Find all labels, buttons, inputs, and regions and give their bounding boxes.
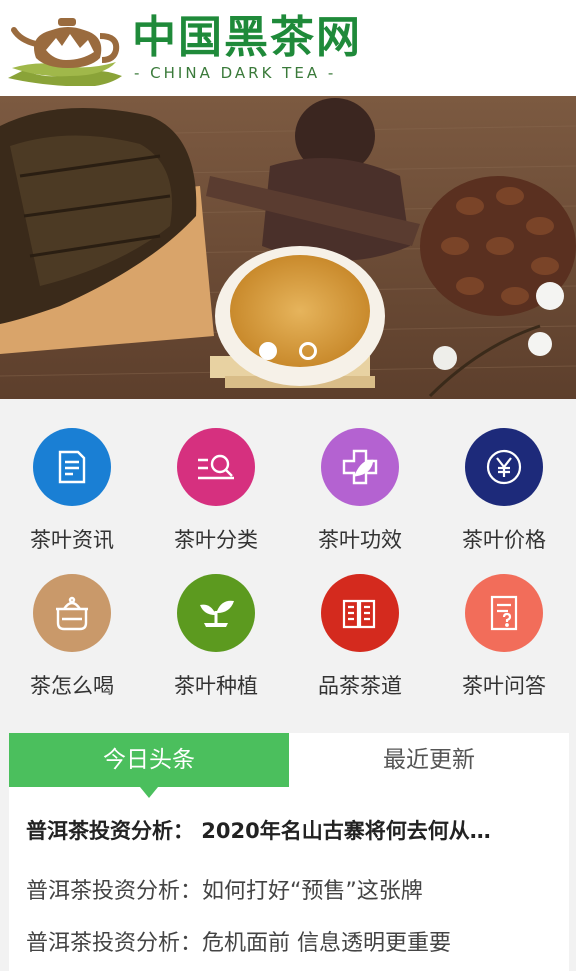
book-icon xyxy=(342,599,376,629)
sprout-icon xyxy=(200,600,234,627)
active-tab-indicator xyxy=(140,787,158,798)
carousel-dots xyxy=(0,340,576,360)
nav-item-price[interactable]: 茶叶价格 xyxy=(432,399,576,552)
nav-circle xyxy=(321,574,399,652)
banner-carousel[interactable] xyxy=(0,96,576,399)
nav-circle xyxy=(177,574,255,652)
carousel-dot-2[interactable] xyxy=(298,341,317,360)
tab-recent-updates[interactable]: 最近更新 xyxy=(289,733,569,787)
yen-icon xyxy=(486,449,522,485)
nav-circle xyxy=(33,428,111,506)
headline-link[interactable]: 普洱茶投资分析： 2020年名山古寨将何去何从… xyxy=(26,815,556,845)
nav-item-drink[interactable]: 茶怎么喝 xyxy=(0,545,144,698)
document-icon xyxy=(58,450,86,484)
category-nav: 茶叶资讯 茶叶分类 茶叶功效 茶叶价格 茶怎么喝 茶叶种植 品茶茶道 茶叶问答 xyxy=(0,399,576,719)
nav-circle xyxy=(177,428,255,506)
medical-leaf-icon xyxy=(342,449,378,485)
nav-item-news[interactable]: 茶叶资讯 xyxy=(0,399,144,552)
news-item[interactable]: 普洱茶投资分析：危机面前 信息透明更重要 xyxy=(26,925,556,957)
news-tabs: 今日头条 最近更新 xyxy=(9,733,569,798)
site-title[interactable]: 中国黑茶网 xyxy=(132,14,362,62)
nav-label: 品茶茶道 xyxy=(318,674,402,698)
nav-item-category[interactable]: 茶叶分类 xyxy=(144,399,288,552)
page: 中国黑茶网 - CHINA DARK TEA - 茶叶资讯 茶叶分类 茶叶功效 … xyxy=(0,0,576,971)
nav-item-planting[interactable]: 茶叶种植 xyxy=(144,545,288,698)
nav-item-tea-ceremony[interactable]: 品茶茶道 xyxy=(288,545,432,698)
nav-item-benefits[interactable]: 茶叶功效 xyxy=(288,399,432,552)
tab-today-headlines[interactable]: 今日头条 xyxy=(9,733,289,787)
nav-circle xyxy=(465,428,543,506)
nav-circle xyxy=(465,574,543,652)
pot-icon xyxy=(56,596,88,631)
nav-label: 茶叶问答 xyxy=(462,674,546,698)
news-panel: 今日头条 最近更新 普洱茶投资分析： 2020年名山古寨将何去何从… 普洱茶投资… xyxy=(9,733,569,971)
question-doc-icon xyxy=(490,595,518,631)
nav-item-qa[interactable]: 茶叶问答 xyxy=(432,545,576,698)
site-subtitle: - CHINA DARK TEA - xyxy=(134,64,337,82)
news-item[interactable]: 普洱茶投资分析：如何打好“预售”这张牌 xyxy=(26,873,556,905)
nav-circle xyxy=(321,428,399,506)
nav-label: 茶叶种植 xyxy=(174,674,258,698)
teapot-logo-icon[interactable] xyxy=(6,10,126,86)
search-list-icon xyxy=(198,454,234,480)
site-header: 中国黑茶网 - CHINA DARK TEA - xyxy=(0,0,576,96)
nav-label: 茶怎么喝 xyxy=(30,674,114,698)
carousel-dot-1[interactable] xyxy=(259,341,278,360)
nav-circle xyxy=(33,574,111,652)
